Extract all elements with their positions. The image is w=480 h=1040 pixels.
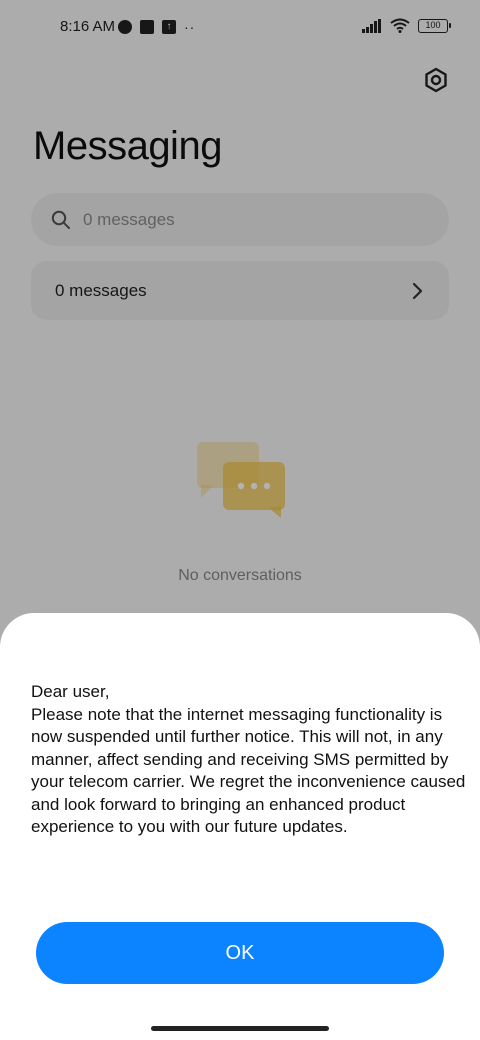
home-indicator[interactable] [151,1026,329,1031]
dialog-message: Dear user, Please note that the internet… [31,682,466,836]
ok-button[interactable]: OK [36,922,444,984]
notice-dialog: Dear user, Please note that the internet… [0,613,480,1040]
